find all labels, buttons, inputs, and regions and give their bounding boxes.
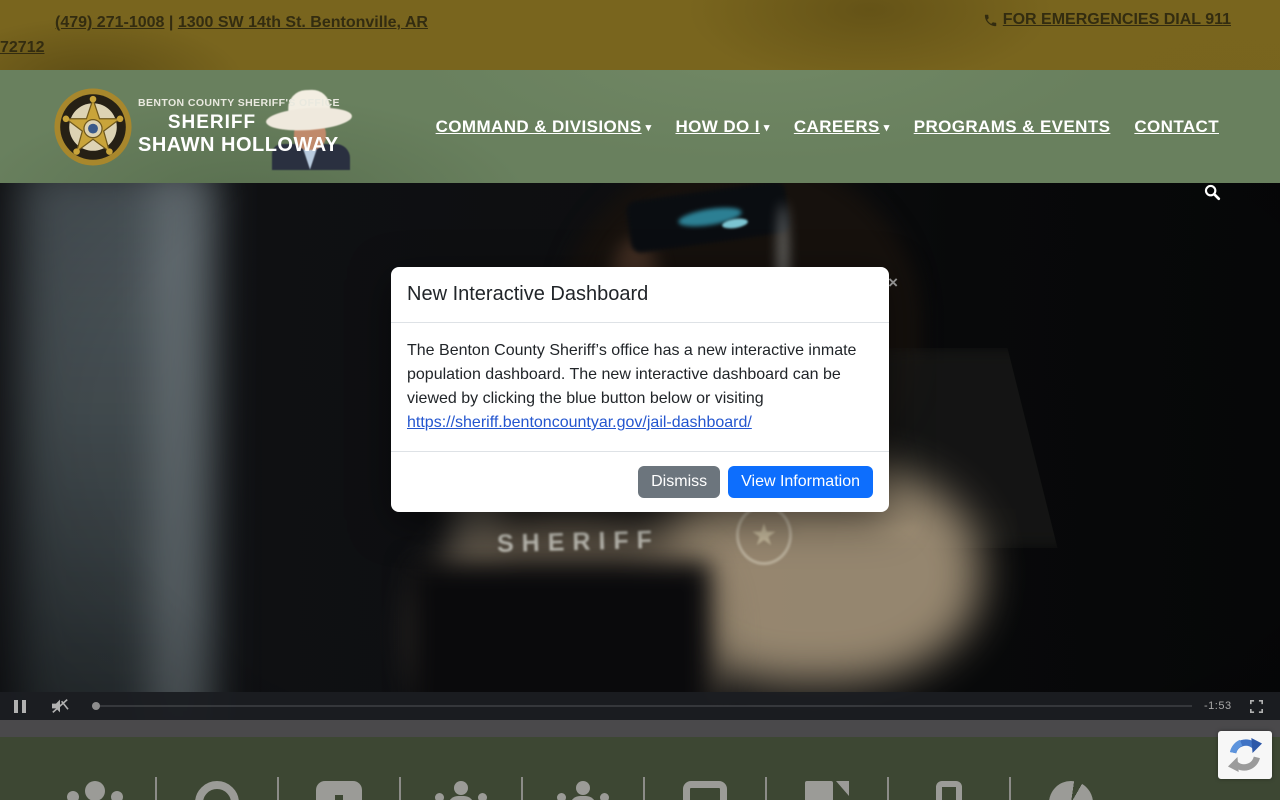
nav-command-divisions[interactable]: COMMAND & DIVISIONS▾ — [436, 117, 652, 137]
eye-icon — [195, 781, 239, 800]
video-controls: -1:53 — [0, 692, 1280, 720]
quick-links-row — [34, 781, 1132, 800]
nav-programs-events[interactable]: PROGRAMS & EVENTS — [914, 117, 1111, 137]
document-icon — [805, 781, 849, 800]
recaptcha-icon — [1226, 736, 1264, 774]
contact-info: (479) 271-1008 | 1300 SW 14th St. Benton… — [0, 10, 440, 60]
modal-header: New Interactive Dashboard — [391, 267, 889, 323]
contact-divider: | — [169, 14, 173, 31]
close-icon[interactable]: × — [888, 276, 898, 290]
brand-rank: SHERIFF — [138, 112, 286, 134]
pause-button[interactable] — [14, 700, 26, 713]
quick-link[interactable] — [888, 781, 1010, 800]
nav-careers[interactable]: CAREERS▾ — [794, 117, 890, 137]
pie-chart-icon — [1049, 781, 1093, 800]
page: (479) 271-1008 | 1300 SW 14th St. Benton… — [0, 0, 1280, 800]
contact-line2: 72712 — [0, 35, 440, 60]
brand-sheriff-name: SHAWN HOLLOWAY — [138, 134, 286, 157]
quick-link[interactable] — [766, 781, 888, 800]
person-dots-icon — [553, 781, 613, 800]
modal-body: The Benton County Sheriff’s office has a… — [391, 323, 889, 451]
modal-message: The Benton County Sheriff’s office has a… — [407, 342, 856, 407]
progress-bar[interactable] — [92, 705, 1192, 707]
quick-link[interactable] — [156, 781, 278, 800]
contact-line1: (479) 271-1008 | 1300 SW 14th St. Benton… — [0, 10, 440, 35]
phone-icon — [983, 13, 998, 28]
quick-link[interactable] — [34, 781, 156, 800]
caret-down-icon: ▾ — [764, 121, 770, 134]
brand-office-name: BENTON COUNTY SHERIFF'S OFFICE — [138, 97, 286, 109]
site-logo[interactable]: BENTON COUNTY SHERIFF'S OFFICE SHERIFF S… — [52, 78, 358, 175]
quick-link[interactable] — [400, 781, 522, 800]
fullscreen-icon[interactable] — [1250, 700, 1263, 713]
nav-contact[interactable]: CONTACT — [1134, 117, 1219, 137]
caret-down-icon: ▾ — [884, 121, 890, 134]
quick-link[interactable] — [644, 781, 766, 800]
quick-link[interactable] — [522, 781, 644, 800]
recaptcha-badge[interactable] — [1218, 731, 1272, 779]
quick-link[interactable] — [1010, 781, 1132, 800]
muted-volume-icon[interactable] — [50, 698, 70, 714]
page-divider-bar — [0, 720, 1280, 737]
id-card-icon — [316, 781, 362, 800]
brand-text: BENTON COUNTY SHERIFF'S OFFICE SHERIFF S… — [138, 97, 286, 157]
nav-how-do-i[interactable]: HOW DO I▾ — [676, 117, 770, 137]
top-info-bar: (479) 271-1008 | 1300 SW 14th St. Benton… — [0, 0, 1280, 70]
caret-down-icon: ▾ — [646, 121, 652, 134]
quick-link[interactable] — [278, 781, 400, 800]
monitor-icon — [683, 781, 727, 800]
dismiss-button[interactable]: Dismiss — [638, 466, 720, 498]
people-group-icon — [65, 781, 125, 800]
progress-handle[interactable] — [92, 702, 100, 710]
announcement-modal: × New Interactive Dashboard The Benton C… — [391, 267, 889, 512]
dashboard-link[interactable]: https://sheriff.bentoncountyar.gov/jail-… — [407, 414, 752, 431]
modal-title: New Interactive Dashboard — [407, 283, 873, 306]
person-dots-icon — [431, 781, 491, 800]
modal-footer: Dismiss View Information — [391, 451, 889, 512]
time-remaining: -1:53 — [1204, 700, 1232, 712]
address-zip-link[interactable]: 72712 — [0, 39, 45, 56]
sheriff-badge-icon — [52, 86, 134, 168]
view-information-button[interactable]: View Information — [728, 466, 873, 498]
emergency-link[interactable]: FOR EMERGENCIES DIAL 911 — [1003, 11, 1231, 29]
main-navigation: BENTON COUNTY SHERIFF'S OFFICE SHERIFF S… — [0, 70, 1280, 183]
phone-link[interactable]: (479) 271-1008 — [55, 14, 164, 31]
emergency-notice: FOR EMERGENCIES DIAL 911 — [983, 11, 1231, 29]
nav-menu: COMMAND & DIVISIONS▾ HOW DO I▾ CAREERS▾ … — [436, 70, 1219, 183]
quick-links-footer — [0, 737, 1280, 800]
mobile-phone-icon — [936, 781, 962, 800]
address-link[interactable]: 1300 SW 14th St. Bentonville, AR — [178, 14, 428, 31]
search-icon[interactable] — [1203, 183, 1221, 201]
